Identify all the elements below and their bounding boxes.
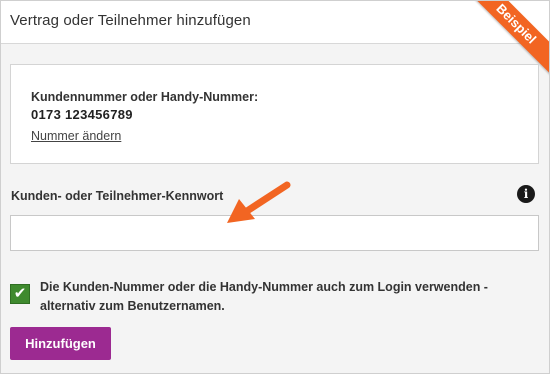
add-button[interactable]: Hinzufügen	[10, 327, 111, 360]
customer-number-value: 0173 123456789	[31, 107, 133, 122]
password-label: Kunden- oder Teilnehmer-Kennwort	[11, 189, 224, 203]
dialog-frame: Vertrag oder Teilnehmer hinzufügen Beisp…	[0, 0, 550, 374]
dialog-title: Vertrag oder Teilnehmer hinzufügen	[10, 12, 251, 29]
number-card: Kundennummer oder Handy-Nummer: 0173 123…	[10, 64, 539, 164]
dialog-header: Vertrag oder Teilnehmer hinzufügen Beisp…	[1, 1, 549, 80]
login-checkbox[interactable]: ✔	[10, 284, 30, 304]
change-number-link[interactable]: Nummer ändern	[31, 129, 121, 143]
login-checkbox-label: Die Kunden-Nummer oder die Handy-Nummer …	[40, 280, 488, 313]
annotation-arrow	[227, 181, 291, 223]
info-icon[interactable]: i	[517, 185, 535, 203]
customer-number-label: Kundennummer oder Handy-Nummer:	[31, 90, 259, 104]
